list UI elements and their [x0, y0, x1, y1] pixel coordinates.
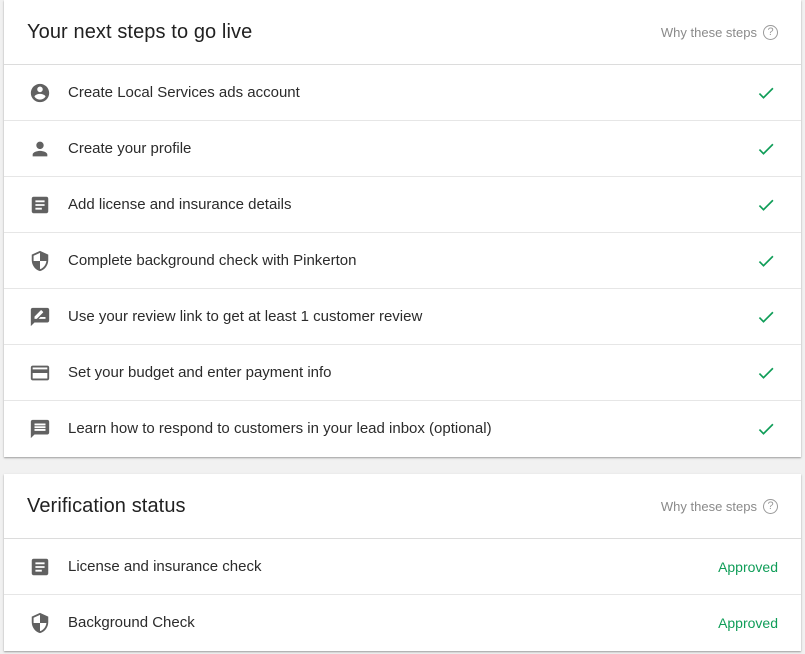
checkmark-icon: [756, 195, 776, 215]
verification-title: Verification status: [27, 494, 186, 517]
verification-label: Background Check: [68, 614, 195, 631]
step-label: Use your review link to get at least 1 c…: [68, 308, 423, 325]
next-steps-header: Your next steps to go live Why these ste…: [4, 0, 801, 65]
step-label: Learn how to respond to customers in you…: [68, 420, 492, 437]
step-row-review-link[interactable]: Use your review link to get at least 1 c…: [4, 289, 801, 345]
step-label: Create your profile: [68, 140, 192, 157]
why-these-steps-link[interactable]: Why these steps ?: [660, 24, 778, 40]
rate-review-icon: [29, 306, 51, 328]
person-icon: [29, 138, 51, 160]
step-label: Complete background check with Pinkerton: [68, 252, 357, 269]
checkmark-icon: [756, 419, 776, 439]
status-approved: Approved: [718, 614, 778, 631]
why-these-steps-label: Why these steps: [660, 498, 757, 514]
checkmark-icon: [756, 139, 776, 159]
step-row-license-insurance[interactable]: Add license and insurance details: [4, 177, 801, 233]
next-steps-title: Your next steps to go live: [27, 20, 253, 43]
step-row-background-check[interactable]: Complete background check with Pinkerton: [4, 233, 801, 289]
step-row-budget-payment[interactable]: Set your budget and enter payment info: [4, 345, 801, 401]
checkmark-icon: [756, 307, 776, 327]
step-label: Add license and insurance details: [68, 196, 292, 213]
verification-header: Verification status Why these steps ?: [4, 474, 801, 539]
verification-label: License and insurance check: [68, 558, 262, 575]
help-circle-icon[interactable]: ?: [763, 498, 778, 514]
step-row-create-account[interactable]: Create Local Services ads account: [4, 65, 801, 121]
step-label: Create Local Services ads account: [68, 84, 300, 101]
step-row-lead-inbox[interactable]: Learn how to respond to customers in you…: [4, 401, 801, 456]
checkmark-icon: [756, 363, 776, 383]
step-label: Set your budget and enter payment info: [68, 364, 332, 381]
document-icon: [29, 194, 51, 216]
why-these-steps-label: Why these steps: [660, 24, 757, 40]
checkmark-icon: [756, 83, 776, 103]
credit-card-icon: [29, 362, 51, 384]
verification-status-card: Verification status Why these steps ? Li…: [4, 474, 801, 651]
why-these-steps-link[interactable]: Why these steps ?: [660, 498, 778, 514]
shield-icon: [29, 250, 51, 272]
document-icon: [29, 556, 51, 578]
message-icon: [29, 418, 51, 440]
shield-icon: [29, 612, 51, 634]
verification-row-license[interactable]: License and insurance check Approved: [4, 539, 801, 595]
checkmark-icon: [756, 251, 776, 271]
step-row-create-profile[interactable]: Create your profile: [4, 121, 801, 177]
account-circle-icon: [29, 82, 51, 104]
help-circle-icon[interactable]: ?: [763, 24, 778, 40]
status-approved: Approved: [718, 558, 778, 575]
next-steps-card: Your next steps to go live Why these ste…: [4, 0, 801, 457]
verification-row-background[interactable]: Background Check Approved: [4, 595, 801, 650]
